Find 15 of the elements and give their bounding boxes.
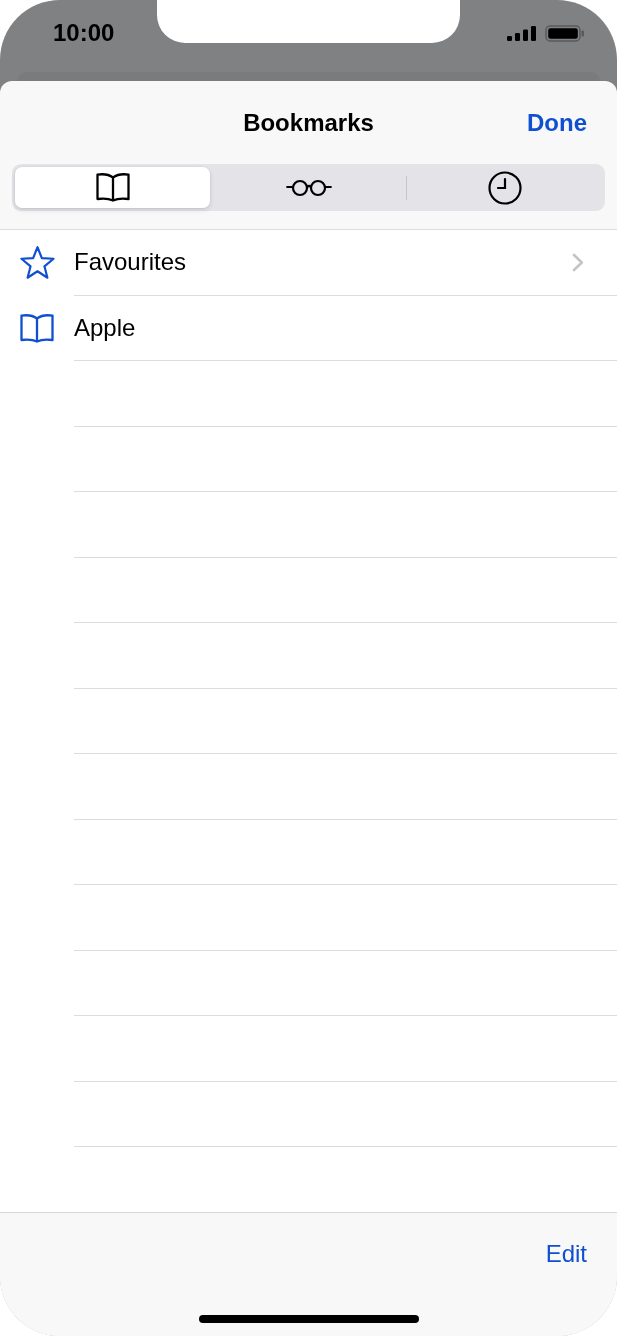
list-item[interactable]: Apple (0, 295, 617, 361)
star-icon (19, 246, 55, 280)
book-icon (20, 313, 54, 343)
segment-tab[interactable] (15, 167, 210, 208)
chevron-icon (572, 252, 584, 272)
list-item[interactable]: Favourites (0, 230, 617, 296)
clock-icon (487, 170, 522, 205)
book-icon (95, 173, 130, 202)
done-button[interactable]: Done (527, 108, 587, 137)
sheet-title: Bookmarks (243, 108, 374, 137)
edit-button[interactable]: Edit (545, 1240, 587, 1268)
signal-icon (507, 25, 536, 41)
status-time: 10:00 (53, 19, 115, 47)
battery-icon (545, 24, 585, 42)
glasses-icon (285, 178, 332, 197)
